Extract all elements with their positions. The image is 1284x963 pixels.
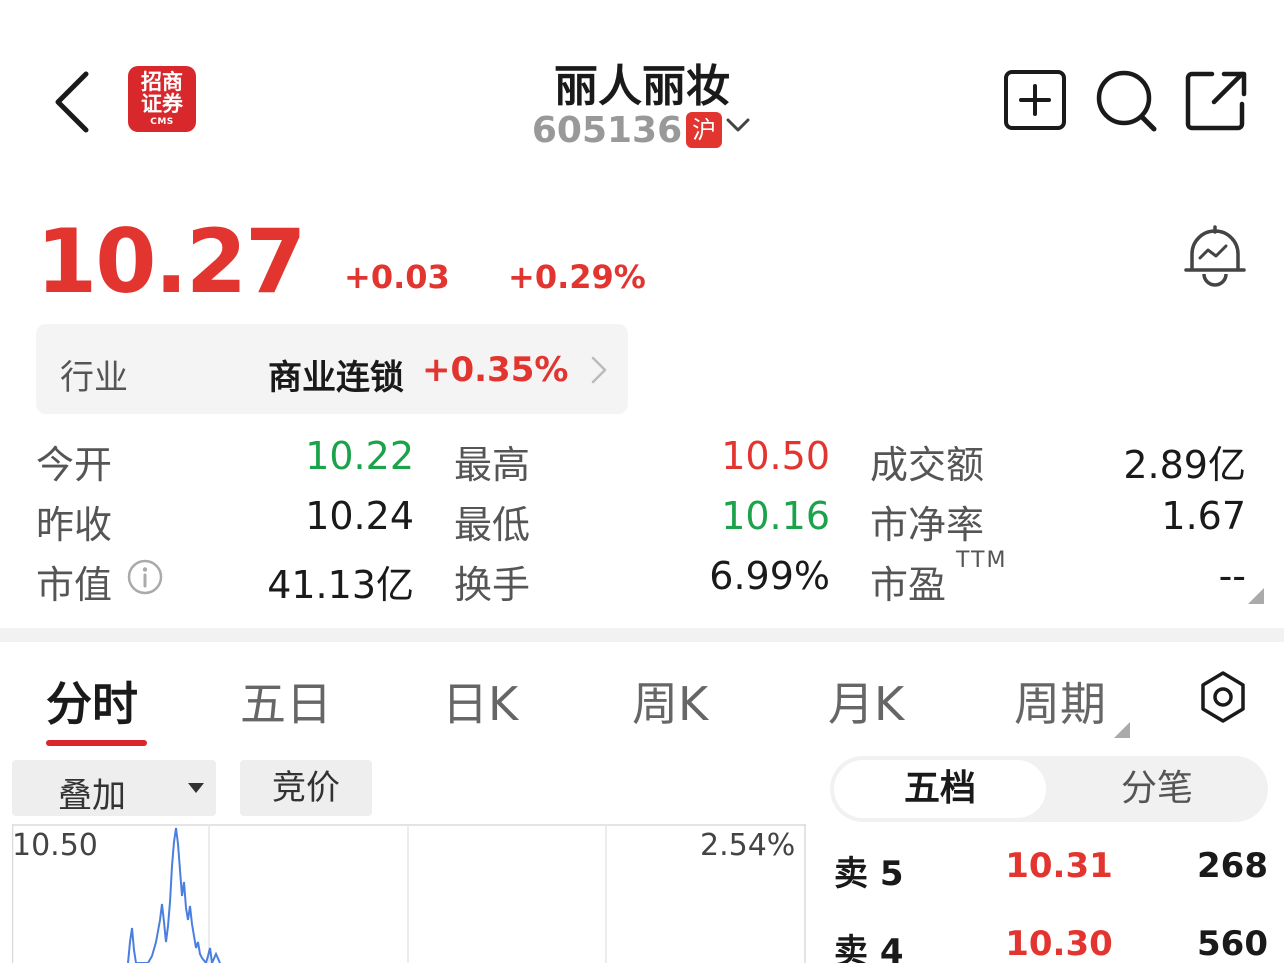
stat-value-volume-amount: 2.89亿: [1123, 443, 1246, 487]
stat-value-open: 10.22: [305, 434, 414, 478]
order-volume: 268: [1197, 846, 1268, 886]
stat-value-market-cap: 41.13亿: [267, 563, 414, 607]
stat-label-volume-amount: 成交额: [870, 443, 985, 487]
period-dropdown-corner-icon: [1114, 722, 1130, 738]
intraday-chart[interactable]: 10.50 2.54%: [11, 824, 806, 963]
tab-weekly-k[interactable]: 周K: [632, 668, 708, 734]
tab-five-day[interactable]: 五日: [240, 668, 332, 734]
price-alert-bell-icon[interactable]: [1182, 224, 1248, 290]
stat-label-pe-ratio: 市盈: [870, 563, 947, 607]
stat-value-pe-ratio: --: [1218, 554, 1246, 598]
price-change: +0.03: [344, 258, 450, 296]
share-icon[interactable]: [1184, 68, 1250, 134]
stat-value-low: 10.16: [721, 494, 830, 538]
chart-settings-icon[interactable]: [1198, 670, 1248, 724]
overlay-label: 叠加: [58, 776, 126, 816]
ttm-superscript: TTM: [956, 548, 1008, 573]
industry-name: 商业连锁: [268, 358, 404, 398]
intraday-price-line: [127, 827, 221, 963]
stock-code-selector[interactable]: 605136 沪: [0, 110, 1284, 151]
stat-value-pb-ratio: 1.67: [1161, 494, 1246, 538]
stat-label-low: 最低: [454, 503, 531, 547]
order-book-row: 卖 5 10.31 268: [834, 846, 1268, 906]
stat-label-pb-ratio: 市净率: [870, 503, 985, 547]
chevron-down-icon: [726, 118, 750, 132]
stats-grid: 今开 10.22 昨收 10.24 市值 41.13亿 最高 10.50 最低 …: [0, 428, 1284, 608]
industry-row[interactable]: 行业 商业连锁 +0.35%: [36, 324, 628, 414]
stat-value-high: 10.50: [721, 434, 830, 478]
tab-five-levels[interactable]: 五档: [834, 760, 1046, 818]
tab-period[interactable]: 周期: [1014, 668, 1106, 734]
header-bar: 招商 证券 CMS 丽人丽妆 605136 沪: [0, 0, 1284, 180]
stat-label-high: 最高: [454, 443, 531, 487]
tab-tick-trades[interactable]: 分笔: [1050, 760, 1264, 818]
stat-label-turnover: 换手: [454, 563, 531, 607]
industry-label: 行业: [60, 358, 128, 398]
stat-label-market-cap: 市值: [36, 563, 113, 607]
stat-value-turnover: 6.99%: [709, 554, 830, 598]
caret-down-icon: [188, 783, 204, 793]
order-side: 卖 5: [834, 854, 904, 894]
search-icon[interactable]: [1094, 68, 1160, 134]
chevron-right-icon: [591, 356, 607, 384]
chart-period-tabs: 分时 五日 日K 周K 月K 周期: [0, 650, 1284, 750]
intraday-chart-canvas: [11, 824, 806, 963]
tab-intraday[interactable]: 分时: [46, 668, 138, 734]
order-book-row: 卖 4 10.30 560: [834, 924, 1268, 963]
stock-code: 605136: [531, 110, 683, 151]
industry-change-pct: +0.35%: [422, 350, 569, 390]
overlay-dropdown[interactable]: 叠加: [12, 760, 216, 816]
tab-monthly-k[interactable]: 月K: [828, 668, 904, 734]
active-tab-indicator: [46, 740, 147, 746]
order-price: 10.30: [1005, 924, 1113, 963]
stat-label-prev-close: 昨收: [36, 503, 113, 547]
stock-name: 丽人丽妆: [554, 61, 730, 112]
stat-value-prev-close: 10.24: [305, 494, 414, 538]
order-volume: 560: [1197, 924, 1268, 963]
exchange-badge: 沪: [686, 112, 723, 148]
add-watchlist-icon[interactable]: [1002, 68, 1068, 134]
chart-top-price-label: 10.50: [12, 828, 98, 863]
order-price: 10.31: [1005, 846, 1113, 886]
expand-corner-icon[interactable]: [1248, 588, 1264, 604]
price-change-pct: +0.29%: [508, 258, 646, 296]
chart-top-pct-label: 2.54%: [700, 828, 796, 863]
order-side: 卖 4: [834, 932, 904, 963]
tab-daily-k[interactable]: 日K: [442, 668, 518, 734]
info-icon[interactable]: [126, 558, 164, 596]
auction-button[interactable]: 竞价: [240, 760, 372, 816]
section-divider: [0, 628, 1284, 642]
current-price: 10.27: [36, 210, 306, 313]
order-book-segment: 五档 分笔: [830, 756, 1268, 822]
stat-label-open: 今开: [36, 443, 113, 487]
